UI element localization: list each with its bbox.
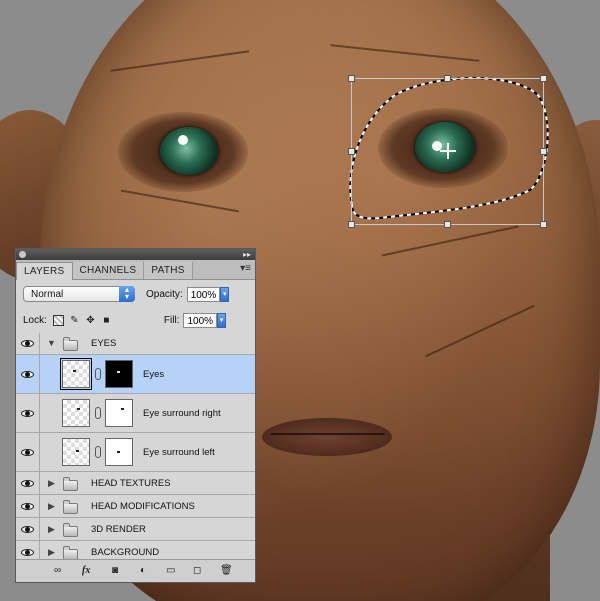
layer-name: EYES (91, 338, 117, 349)
blend-mode-value: Normal (31, 289, 64, 300)
layer-name: 3D RENDER (91, 524, 146, 535)
lock-label: Lock: (23, 315, 47, 326)
mask-link-chain-icon[interactable] (95, 368, 101, 380)
transform-handle-top-center[interactable] (444, 75, 451, 82)
fx-icon[interactable]: fx (82, 565, 90, 576)
lock-position-move-icon[interactable]: ✥ (85, 315, 96, 326)
lock-fill-row: Lock: ✎ ✥ ■ Fill: 100% ▾ (16, 308, 255, 334)
transform-handle-top-left[interactable] (348, 75, 355, 82)
eye-icon[interactable] (21, 548, 34, 557)
new-group-icon[interactable]: ▭ (166, 565, 175, 576)
adjustment-layer-icon[interactable]: ◐ (140, 565, 146, 576)
layer-name: Eyes (143, 369, 165, 380)
transform-handle-bottom-center[interactable] (444, 221, 451, 228)
visibility-toggle[interactable] (16, 355, 40, 393)
trash-icon[interactable]: 🗑 (220, 565, 233, 576)
visibility-toggle[interactable] (16, 333, 40, 354)
mask-detail (121, 408, 124, 410)
layer-group-eyes[interactable]: ▼ EYES (16, 333, 255, 355)
mask-link-chain-icon[interactable] (95, 407, 101, 419)
layer-name: BACKGROUND (91, 547, 160, 558)
transform-handle-middle-left[interactable] (348, 148, 355, 155)
new-layer-icon[interactable]: ◻ (193, 565, 201, 576)
layer-thumbnail[interactable] (62, 399, 90, 427)
blend-mode-select[interactable]: Normal ▴ ▾ (23, 286, 135, 302)
layer-thumbnail[interactable] (62, 438, 90, 466)
layer-name: HEAD TEXTURES (91, 478, 171, 489)
eye-icon[interactable] (21, 448, 34, 457)
blend-opacity-row: Normal ▴ ▾ Opacity: 100% ▾ (16, 280, 255, 308)
expand-triangle-icon[interactable]: ▶ (48, 547, 55, 558)
folder-icon (63, 337, 78, 351)
mask-detail (117, 371, 120, 373)
fill-label: Fill: (163, 315, 180, 326)
opacity-label: Opacity: (146, 288, 183, 300)
eye-icon[interactable] (21, 409, 34, 418)
lock-image-pixels-brush-icon[interactable]: ✎ (69, 315, 80, 326)
transform-handle-bottom-left[interactable] (348, 221, 355, 228)
mask-detail (117, 451, 120, 453)
panel-bottom-toolbar: ∞ fx ◙ ◐ ▭ ◻ 🗑 (16, 559, 255, 582)
folder-icon (63, 523, 78, 537)
panel-menu-icon[interactable]: ▾≡ (240, 263, 251, 274)
layer-mask-thumbnail[interactable] (105, 360, 133, 388)
expand-triangle-icon[interactable]: ▶ (48, 524, 55, 535)
visibility-toggle[interactable] (16, 433, 40, 471)
layer-group-head-modifications[interactable]: ▶ HEAD MODIFICATIONS (16, 495, 255, 518)
tab-layers[interactable]: LAYERS (16, 262, 73, 280)
thumbnail-detail (76, 450, 79, 452)
eye-icon[interactable] (21, 479, 34, 488)
panel-titlebar[interactable]: ▸▸ (16, 249, 255, 260)
visibility-toggle[interactable] (16, 394, 40, 432)
visibility-toggle[interactable] (16, 518, 40, 540)
folder-icon (63, 500, 78, 514)
transform-handle-top-right[interactable] (540, 75, 547, 82)
tab-channels[interactable]: CHANNELS (72, 262, 145, 279)
visibility-toggle[interactable] (16, 472, 40, 494)
layer-mask-thumbnail[interactable] (105, 399, 133, 427)
layer-group-head-textures[interactable]: ▶ HEAD TEXTURES (16, 472, 255, 495)
layer-eye-surround-right[interactable]: Eye surround right (16, 394, 255, 433)
layer-name: Eye surround right (143, 408, 221, 419)
lock-transparent-pixels-icon[interactable] (52, 315, 64, 326)
layer-mask-thumbnail[interactable] (105, 438, 133, 466)
layer-name: HEAD MODIFICATIONS (91, 501, 195, 512)
close-icon[interactable] (19, 251, 26, 258)
tab-paths[interactable]: PATHS (144, 262, 193, 279)
collapse-icon[interactable]: ▸▸ (243, 249, 251, 260)
expand-triangle-icon[interactable]: ▶ (48, 478, 55, 489)
visibility-toggle[interactable] (16, 495, 40, 517)
layer-name: Eye surround left (143, 447, 215, 458)
transform-handle-middle-right[interactable] (540, 148, 547, 155)
layers-panel: ▸▸ LAYERS CHANNELS PATHS ▾≡ Normal ▴ ▾ Op… (15, 248, 256, 583)
thumbnail-detail (73, 370, 76, 372)
lock-all-padlock-icon[interactable]: ■ (101, 315, 112, 326)
expand-triangle-icon[interactable]: ▶ (48, 501, 55, 512)
opacity-input[interactable]: 100% (186, 286, 221, 302)
eye-icon[interactable] (21, 502, 34, 511)
link-layers-icon[interactable]: ∞ (54, 565, 61, 576)
transform-center-crosshair-icon[interactable] (440, 143, 456, 159)
layer-eye-surround-left[interactable]: Eye surround left (16, 433, 255, 472)
transform-handle-bottom-right[interactable] (540, 221, 547, 228)
add-mask-icon[interactable]: ◙ (112, 565, 118, 576)
folder-icon (63, 477, 78, 491)
select-arrows-icon: ▴ ▾ (119, 286, 135, 302)
thumbnail-detail (77, 408, 80, 410)
fill-input[interactable]: 100% (183, 313, 218, 328)
expand-triangle-icon[interactable]: ▼ (47, 338, 56, 348)
mask-link-chain-icon[interactable] (95, 446, 101, 458)
fill-dropdown-icon[interactable]: ▾ (217, 313, 227, 328)
panel-tabs: LAYERS CHANNELS PATHS ▾≡ (16, 260, 255, 280)
eye-icon[interactable] (21, 370, 34, 379)
eye-icon[interactable] (21, 339, 34, 348)
layer-eyes[interactable]: Eyes (16, 355, 255, 394)
layer-group-3d-render[interactable]: ▶ 3D RENDER (16, 518, 255, 541)
layer-thumbnail[interactable] (60, 358, 92, 390)
layers-list: ▼ EYES Eyes Eye surround right Eye surro… (16, 333, 255, 564)
opacity-dropdown-icon[interactable]: ▾ (220, 286, 230, 302)
eye-icon[interactable] (21, 525, 34, 534)
